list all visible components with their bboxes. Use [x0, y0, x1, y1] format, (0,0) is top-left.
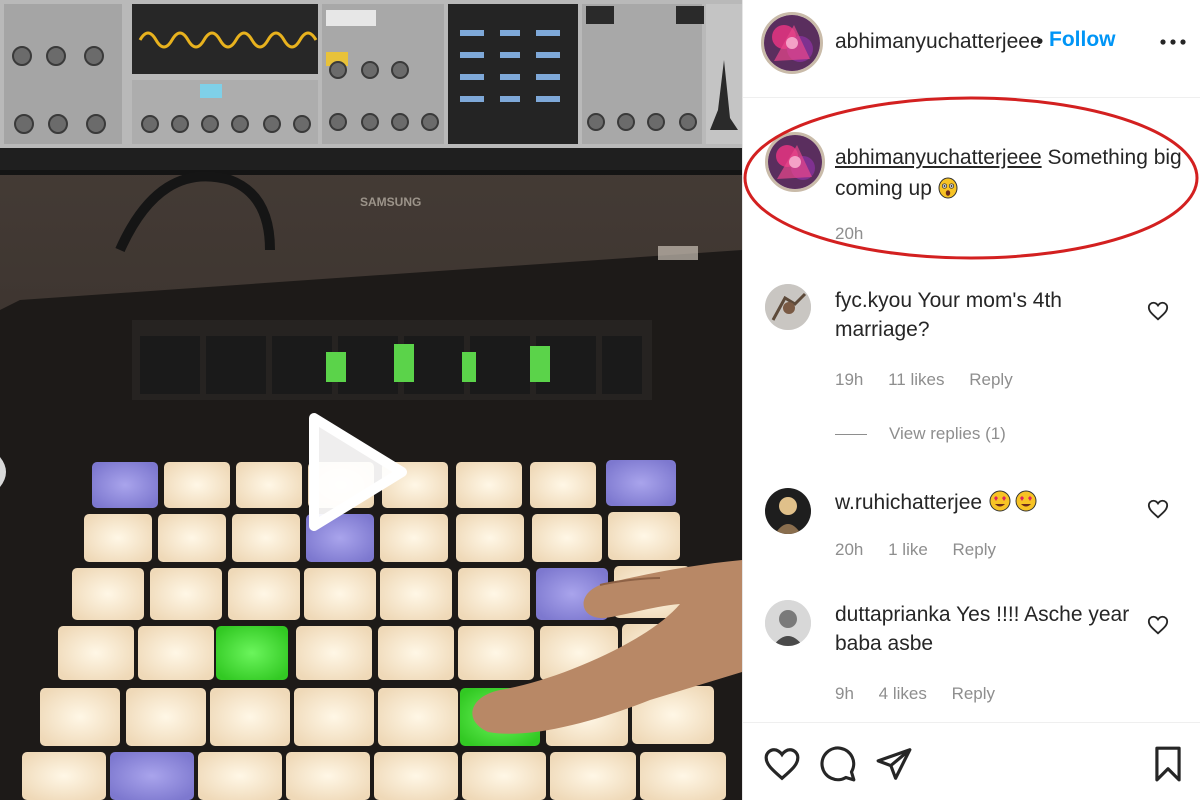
author-avatar[interactable] — [761, 12, 823, 74]
view-replies-link[interactable]: View replies (1) — [835, 424, 1006, 444]
comment-meta: 19h 11 likes Reply — [835, 370, 1033, 390]
monitor — [0, 0, 742, 175]
play-icon[interactable] — [302, 412, 412, 532]
comment-timestamp: 20h — [835, 540, 864, 559]
view-replies-text: View replies (1) — [889, 424, 1006, 443]
reply-button[interactable]: Reply — [969, 370, 1012, 389]
bookmark-icon[interactable] — [1149, 745, 1187, 783]
device-brand: SAMSUNG — [360, 195, 421, 209]
comment-item: fyc.kyou Your mom's 4th marriage? 19h 11… — [743, 282, 1200, 432]
more-options-icon[interactable] — [1155, 28, 1191, 56]
caption-avatar[interactable] — [765, 132, 825, 192]
comment-username[interactable]: w.ruhichatterjee — [835, 491, 982, 514]
astonished-face-emoji — [938, 177, 958, 199]
comment-username[interactable]: fyc.kyou — [835, 289, 912, 312]
author-username[interactable]: abhimanyuchatterjeee — [835, 30, 1042, 54]
comment-icon[interactable] — [819, 745, 857, 783]
comment-likes[interactable]: 11 likes — [888, 370, 944, 389]
comment-body: duttaprianka Yes !!!! Asche year baba as… — [835, 600, 1135, 658]
view-replies-line — [835, 434, 867, 436]
comment-item: w.ruhichatterjee 20h 1 like Reply — [743, 484, 1200, 564]
header-separator: • — [1036, 30, 1044, 53]
follow-button[interactable]: Follow — [1049, 28, 1116, 52]
comments-panel: abhimanyuchatterjeee • Follow abhimanyuc… — [742, 0, 1200, 800]
comment-likes[interactable]: 4 likes — [879, 684, 927, 703]
caption-username[interactable]: abhimanyuchatterjeee — [835, 146, 1042, 169]
heart-icon[interactable] — [763, 745, 801, 783]
comment-meta: 20h 1 like Reply — [835, 540, 1016, 560]
commenter-avatar[interactable] — [765, 488, 811, 534]
previous-chevron-left-icon[interactable] — [0, 455, 14, 489]
comment-timestamp: 19h — [835, 370, 864, 389]
post-header: abhimanyuchatterjeee • Follow — [743, 0, 1200, 98]
comment-likes[interactable]: 1 like — [888, 540, 928, 559]
commenter-avatar[interactable] — [765, 600, 811, 646]
post-media[interactable]: SAMSUNG — [0, 0, 742, 800]
reply-button[interactable]: Reply — [953, 540, 996, 559]
share-icon[interactable] — [875, 745, 913, 783]
commenter-avatar[interactable] — [765, 284, 811, 330]
action-bar — [743, 722, 1200, 800]
caption-timestamp: 20h — [835, 224, 864, 243]
comment-body: fyc.kyou Your mom's 4th marriage? — [835, 286, 1135, 344]
caption-text-block: abhimanyuchatterjeee Something big comin… — [835, 142, 1185, 204]
heart-outline-icon[interactable] — [1147, 498, 1169, 520]
heart-outline-icon[interactable] — [1147, 614, 1169, 636]
video-frame: SAMSUNG — [0, 0, 742, 800]
comment-timestamp: 9h — [835, 684, 854, 703]
comment-meta: 9h 4 likes Reply — [835, 684, 1015, 704]
comment-item: duttaprianka Yes !!!! Asche year baba as… — [743, 598, 1200, 710]
heart-eyes-emoji — [989, 490, 1037, 512]
comment-body: w.ruhichatterjee — [835, 488, 1135, 517]
comment-username[interactable]: duttaprianka — [835, 603, 951, 626]
reply-button[interactable]: Reply — [952, 684, 995, 703]
heart-outline-icon[interactable] — [1147, 300, 1169, 322]
